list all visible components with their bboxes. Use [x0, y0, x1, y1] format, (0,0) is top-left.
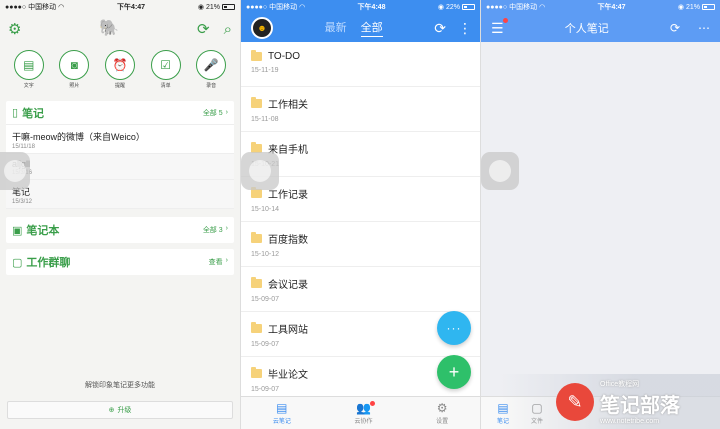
personal-notes-screen: ●●●●○中国移动◠ 下午4:47 ◉21% ☰ 个人笔记 ⟳ ⋯ ▤笔记 ▢文…: [480, 0, 720, 429]
quick-reminder[interactable]: ⏰ 提醒: [100, 50, 140, 89]
wifi-icon: ◠: [58, 4, 65, 11]
folder-icon: [251, 277, 262, 288]
work-chat-card[interactable]: ▢ 工作群聊 查看 ›: [6, 249, 234, 275]
tab-settings[interactable]: ⚙ 设置: [436, 402, 448, 425]
signal-icon: ●●●●○: [5, 3, 27, 11]
add-note-button[interactable]: +: [437, 355, 471, 389]
quick-actions: ▤ 文字 ◙ 照片 ⏰ 提醒 ☑ 清单 🎤 录音: [0, 44, 240, 89]
chat-icon: ▢: [12, 256, 23, 269]
list-item[interactable]: TO-DO 15-11-19: [241, 42, 480, 87]
assistive-touch-button[interactable]: [0, 152, 30, 190]
nav-bar: ☻ 最新 全部 ⟳ ⋮: [241, 14, 480, 42]
status-bar: ●●●●○ 中国移动 ◠ 下午4:47 ◉ 21%: [0, 0, 240, 14]
sync-icon[interactable]: ⟳: [670, 21, 680, 35]
assistive-touch-button[interactable]: [241, 152, 279, 190]
upgrade-tip: 解锁印象笔记更多功能: [85, 382, 155, 389]
tab-recent[interactable]: 最新: [325, 19, 347, 37]
nav-bar: ☰ 个人笔记 ⟳ ⋯: [481, 14, 720, 42]
quick-photo[interactable]: ◙ 照片: [54, 50, 94, 89]
list-item[interactable]: 工作相关 15-11-08: [241, 87, 480, 132]
chevron-right-icon: ›: [225, 109, 228, 116]
notes-header[interactable]: ▯ 笔记 全部 5 ›: [6, 101, 234, 125]
folder-icon: [251, 367, 262, 378]
menu-icon[interactable]: ☰: [491, 17, 508, 37]
tab-cloud-notes[interactable]: ▤ 云笔记: [273, 402, 291, 425]
screenshot-composite: ●●●●○ 中国移动 ◠ 下午4:47 ◉ 21% ⚙ 🐘 ⟳ ⌕ ▤ 文字 ◙ 照片 ⏰…: [0, 0, 720, 429]
lock-rotation-icon: ◉: [677, 4, 684, 11]
text-note-icon: ▤: [13, 50, 44, 80]
chevron-right-icon: ›: [225, 257, 228, 264]
watermark: ✎ Office教程网 笔记部落 www.notetribe.com: [556, 379, 716, 425]
quick-audio[interactable]: 🎤 录音: [191, 50, 231, 89]
folder-icon: [251, 50, 262, 61]
more-vertical-icon[interactable]: ⋮: [458, 20, 472, 37]
more-horizontal-icon[interactable]: ⋯: [698, 21, 710, 35]
header: ●●●●○ 中国移动 ◠ 下午4:47 ◉ 21% ☰ 个人笔记 ⟳ ⋯: [481, 0, 720, 42]
battery-icon: [701, 4, 715, 10]
upgrade-arrow-icon: ⊕: [108, 407, 115, 414]
upgrade-button[interactable]: ⊕ 升级: [7, 401, 233, 419]
notebooks-card[interactable]: ▣ 笔记本 全部 3 ›: [6, 217, 234, 243]
status-bar: ●●●●○ 中国移动 ◠ 下午4:47 ◉ 21%: [481, 0, 720, 14]
settings-gear-icon[interactable]: ⚙: [8, 22, 21, 37]
list-item[interactable]: aljgll 15/3/16: [6, 154, 234, 180]
battery-icon: [461, 4, 475, 10]
notification-dot: [502, 17, 508, 23]
reminder-icon: ⏰: [104, 50, 135, 80]
list-item[interactable]: 会议记录 15-09-07: [241, 267, 480, 312]
evernote-screen: ●●●●○ 中国移动 ◠ 下午4:47 ◉ 21% ⚙ 🐘 ⟳ ⌕ ▤ 文字 ◙ 照片 ⏰…: [0, 0, 240, 429]
note-icon: ▯: [12, 107, 19, 119]
quick-checklist[interactable]: ☑ 清单: [146, 50, 186, 89]
signal-icon: ●●●●○: [246, 3, 268, 11]
chevron-right-icon: ›: [225, 225, 228, 232]
lock-rotation-icon: ◉: [197, 4, 204, 11]
lock-rotation-icon: ◉: [437, 4, 444, 11]
list-item[interactable]: 干嘛-meow的微博（来自Weico） 15/11/18: [6, 125, 234, 154]
signal-icon: ●●●●○: [486, 3, 508, 11]
notification-dot: [370, 400, 376, 406]
people-icon: 👥: [356, 400, 371, 415]
tab-all[interactable]: 全部: [360, 19, 383, 37]
audio-icon: 🎤: [196, 50, 227, 80]
avatar[interactable]: ☻: [251, 17, 273, 39]
folder-icon: [251, 187, 262, 198]
more-actions-button[interactable]: ···: [437, 311, 471, 345]
list-item[interactable]: 笔记 15/3/12: [6, 180, 234, 209]
checklist-icon: ☑: [150, 50, 181, 80]
folder-icon: [251, 322, 262, 333]
folder-icon: [251, 232, 262, 243]
battery-icon: [221, 4, 235, 10]
camera-icon: ◙: [59, 50, 90, 80]
quick-text[interactable]: ▤ 文字: [9, 50, 49, 89]
status-bar: ●●●●○ 中国移动 ◠ 下午4:48 ◉ 22%: [241, 0, 480, 14]
list-item[interactable]: 百度指数 15-10-12: [241, 222, 480, 267]
search-icon[interactable]: ⌕: [224, 22, 232, 37]
page-title: 个人笔记: [564, 23, 609, 35]
wifi-icon: ◠: [299, 4, 306, 11]
tab-bar: ▤ 云笔记 👥 云协作 ⚙ 设置: [241, 396, 480, 429]
segment-control: 最新 全部: [325, 19, 383, 37]
elephant-logo-icon: 🐘: [99, 20, 120, 37]
folder-list: TO-DO15-11-19 工作相关15-11-08 来自手机15-10-21 …: [241, 42, 480, 402]
pen-logo-icon: ✎: [556, 383, 594, 421]
wifi-icon: ◠: [539, 4, 546, 11]
youdao-note-screen: ●●●●○ 中国移动 ◠ 下午4:48 ◉ 22% ☻ 最新 全部 ⟳ ⋮ TO-DO…: [240, 0, 480, 429]
document-icon: ▤: [276, 400, 288, 415]
sync-icon[interactable]: ⟳: [434, 20, 446, 37]
folder-icon: [251, 97, 262, 108]
sync-icon[interactable]: ⟳: [197, 22, 210, 37]
tab-collaboration[interactable]: 👥 云协作: [354, 400, 376, 425]
assistive-touch-button[interactable]: [481, 152, 519, 190]
notebook-icon: ▣: [12, 224, 23, 237]
top-bar: ⚙ 🐘 ⟳ ⌕: [0, 14, 240, 44]
gear-icon: ⚙: [436, 400, 448, 415]
header: ●●●●○ 中国移动 ◠ 下午4:48 ◉ 22% ☻ 最新 全部 ⟳ ⋮: [241, 0, 480, 42]
notes-card: ▯笔记 全部 5› 干嘛-meow的微博（来自Weico） 15/11/18 a…: [6, 101, 234, 209]
